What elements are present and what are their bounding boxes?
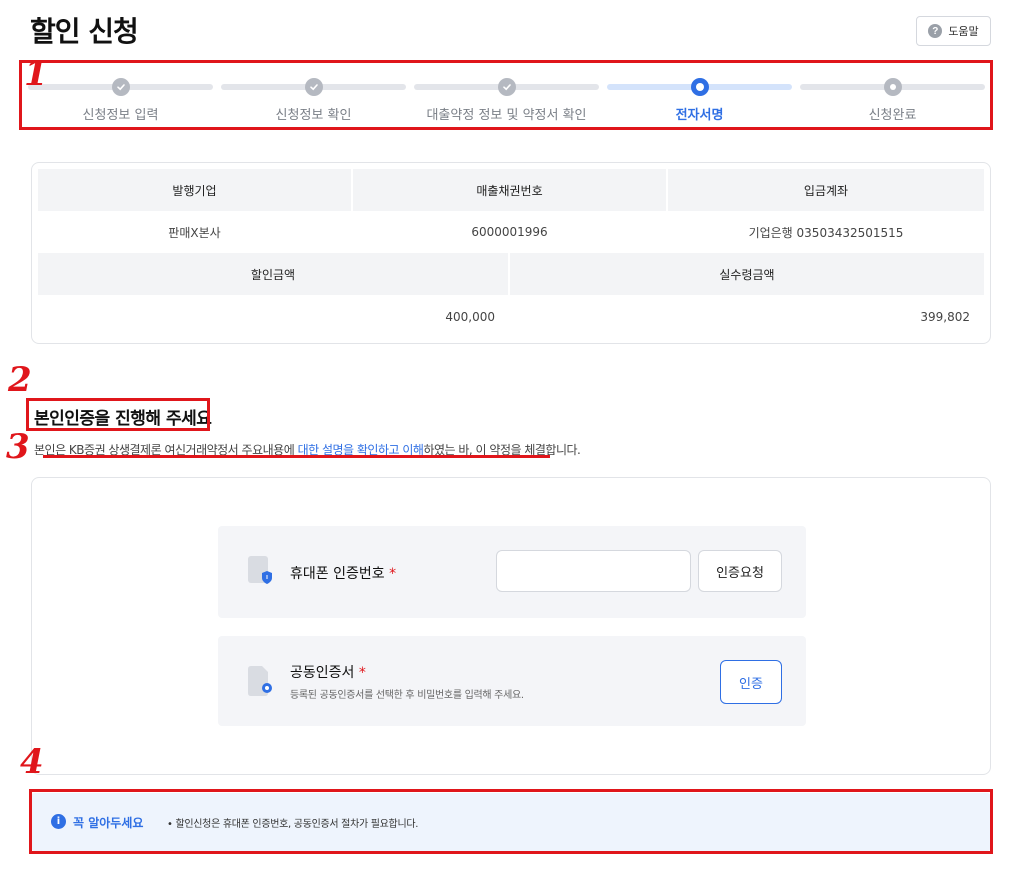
certificate-auth-button[interactable]: 인증 bbox=[720, 660, 782, 704]
help-button[interactable]: ? 도움말 bbox=[916, 16, 991, 46]
table-header-row: 발행기업 매출채권번호 입금계좌 bbox=[38, 169, 984, 211]
table-row: 400,000 399,802 bbox=[38, 296, 984, 338]
phone-auth-label: 휴대폰 인증번호 bbox=[290, 566, 385, 582]
page-root: 할인 신청 ? 도움말 신청정보 입력 신청정보 확인 대출약정 정보 및 약정… bbox=[0, 0, 1010, 869]
phone-auth-row: 휴대폰 인증번호 * 인증요청 bbox=[218, 526, 806, 618]
phone-auth-code-input[interactable] bbox=[496, 550, 691, 592]
authentication-panel: 휴대폰 인증번호 * 인증요청 공동인증서 * 등록된 공동인증서를 선택한 후… bbox=[31, 477, 991, 775]
annotation-box-4 bbox=[29, 789, 993, 854]
certificate-description: 등록된 공동인증서를 선택한 후 비밀번호를 입력해 주세요. bbox=[290, 690, 524, 701]
page-title: 할인 신청 bbox=[30, 15, 139, 48]
phone-auth-title: 휴대폰 인증번호 * bbox=[290, 563, 396, 583]
table-row: 판매X본사 6000001996 기업은행 03503432501515 bbox=[38, 211, 984, 253]
certificate-auth-row: 공동인증서 * 등록된 공동인증서를 선택한 후 비밀번호를 입력해 주세요. … bbox=[218, 636, 806, 726]
header-net-amount: 실수령금액 bbox=[510, 253, 984, 295]
annotation-underline-3 bbox=[43, 455, 550, 458]
header-deposit-account: 입금계좌 bbox=[668, 169, 984, 211]
question-icon: ? bbox=[928, 24, 943, 38]
cell-net-amount: 399,802 bbox=[920, 310, 970, 324]
help-label: 도움말 bbox=[948, 26, 979, 38]
cell-deposit-account: 기업은행 03503432501515 bbox=[748, 225, 904, 240]
certificate-title: 공동인증서 * bbox=[290, 662, 366, 682]
annotation-number-3: 3 bbox=[6, 427, 30, 467]
header-issuer: 발행기업 bbox=[38, 169, 351, 211]
annotation-box-2 bbox=[26, 398, 210, 431]
annotation-number-1: 1 bbox=[24, 54, 48, 94]
application-info-table: 발행기업 매출채권번호 입금계좌 판매X본사 6000001996 기업은행 0… bbox=[31, 162, 991, 344]
required-mark: * bbox=[389, 566, 397, 582]
cell-receivable-no: 6000001996 bbox=[471, 225, 548, 239]
required-mark: * bbox=[358, 665, 366, 681]
cell-discount-amount: 400,000 bbox=[445, 310, 495, 324]
certificate-icon bbox=[248, 666, 272, 696]
request-verification-button[interactable]: 인증요청 bbox=[698, 550, 782, 592]
phone-shield-icon bbox=[248, 556, 272, 584]
table-header-row: 할인금액 실수령금액 bbox=[38, 253, 984, 295]
annotation-number-4: 4 bbox=[20, 742, 44, 782]
annotation-box-1 bbox=[19, 60, 993, 130]
header-discount-amount: 할인금액 bbox=[38, 253, 508, 295]
header-receivable-no: 매출채권번호 bbox=[353, 169, 666, 211]
annotation-number-2: 2 bbox=[8, 360, 32, 400]
certificate-label: 공동인증서 bbox=[290, 665, 355, 681]
cell-issuer: 판매X본사 bbox=[168, 225, 221, 240]
